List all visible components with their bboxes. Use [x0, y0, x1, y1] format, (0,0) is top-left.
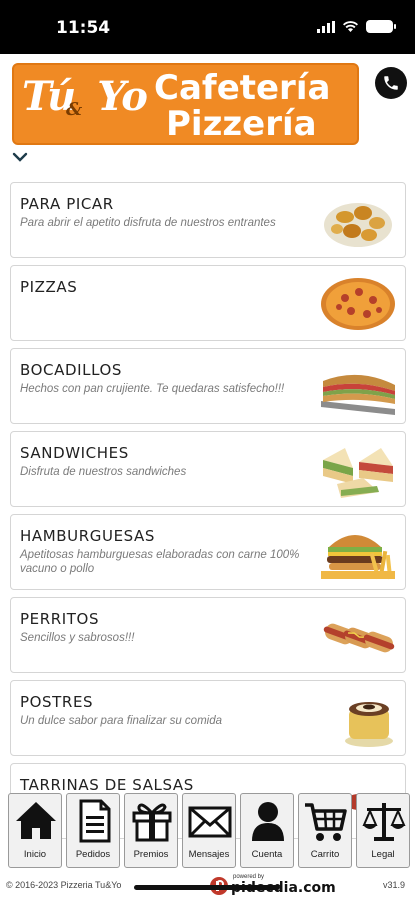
tab-premios[interactable]: Premios — [124, 793, 178, 868]
envelope-icon — [188, 806, 232, 838]
tab-label: Pedidos — [75, 849, 111, 860]
baguette-image — [319, 357, 397, 417]
category-title: TARRINAS DE SALSAS — [20, 776, 194, 794]
app-version: v31.9 — [382, 880, 405, 890]
brand-logo[interactable]: Tú Yo & Cafetería Pizzería — [12, 63, 359, 145]
category-title: HAMBURGUESAS — [20, 527, 156, 545]
category-card-bocadillos[interactable]: BOCADILLOS Hechos con pan crujiente. Te … — [10, 348, 406, 424]
scales-icon — [362, 803, 406, 841]
tab-label: Legal — [371, 849, 395, 860]
status-bar: 11:54 — [0, 0, 415, 54]
logo-line2: Pizzería — [166, 104, 317, 144]
category-card-sandwiches[interactable]: SANDWICHES Disfruta de nuestros sandwich… — [10, 431, 406, 507]
category-title: PERRITOS — [20, 610, 100, 628]
pizza-image — [319, 274, 397, 334]
category-description: Hechos con pan crujiente. Te quedaras sa… — [20, 383, 285, 395]
tab-label: Cuenta — [251, 849, 283, 860]
category-description: Apetitosas hamburguesas elaboradas con c… — [20, 549, 300, 575]
bottom-tab-bar: Inicio Pedidos Premios Mensajes Cuenta C… — [8, 793, 410, 868]
logo-ampersand: & — [66, 99, 83, 120]
category-card-hamburguesas[interactable]: HAMBURGUESAS Apetitosas hamburguesas ela… — [10, 514, 406, 590]
category-description: Sencillos y sabrosos!!! — [20, 632, 135, 644]
logo-script: Tú Yo — [22, 73, 148, 120]
tab-label: Mensajes — [188, 849, 230, 860]
status-time: 11:54 — [56, 18, 111, 38]
cake-image — [319, 689, 397, 749]
category-description: Disfruta de nuestros sandwiches — [20, 466, 187, 478]
category-title: POSTRES — [20, 693, 94, 711]
category-title: PIZZAS — [20, 278, 78, 296]
category-card-postres[interactable]: POSTRES Un dulce sabor para finalizar su… — [10, 680, 406, 756]
tab-label: Carrito — [310, 849, 340, 860]
document-icon — [79, 799, 111, 843]
home-indicator — [134, 885, 280, 890]
logo-line1: Cafetería — [154, 68, 331, 108]
tab-carrito[interactable]: Carrito — [298, 793, 352, 868]
gift-icon — [132, 803, 172, 842]
tab-mensajes[interactable]: Mensajes — [182, 793, 236, 868]
burger-image — [319, 523, 397, 583]
phone-icon — [384, 76, 398, 90]
battery-icon — [366, 20, 396, 33]
category-card-para-picar[interactable]: PARA PICAR Para abrir el apetito disfrut… — [10, 182, 406, 258]
fried-snacks-image — [319, 191, 397, 251]
category-description: Un dulce sabor para finalizar su comida — [20, 715, 222, 727]
tab-cuenta[interactable]: Cuenta — [240, 793, 294, 868]
category-card-pizzas[interactable]: PIZZAS — [10, 265, 406, 341]
category-title: PARA PICAR — [20, 195, 114, 213]
cart-icon — [305, 803, 347, 841]
tab-legal[interactable]: Legal — [356, 793, 410, 868]
user-icon — [252, 802, 284, 841]
tab-label: Premios — [133, 849, 169, 860]
copyright-text: © 2016-2023 Pizzeria Tu&Yo — [6, 880, 122, 890]
tab-inicio[interactable]: Inicio — [8, 793, 62, 868]
header: Tú Yo & Cafetería Pizzería — [0, 54, 415, 170]
phone-button[interactable] — [375, 67, 407, 99]
signal-icon — [317, 20, 335, 33]
tab-label: Inicio — [23, 849, 47, 860]
category-title: SANDWICHES — [20, 444, 129, 462]
chevron-down-icon[interactable] — [12, 150, 28, 164]
category-card-perritos[interactable]: PERRITOS Sencillos y sabrosos!!! — [10, 597, 406, 673]
hot-dogs-image — [319, 606, 397, 666]
home-icon — [16, 802, 56, 839]
tab-pedidos[interactable]: Pedidos — [66, 793, 120, 868]
category-description: Para abrir el apetito disfruta de nuestr… — [20, 217, 276, 229]
club-sandwich-image — [319, 440, 397, 500]
category-title: BOCADILLOS — [20, 361, 123, 379]
wifi-icon — [343, 20, 358, 32]
status-icons — [317, 20, 396, 33]
